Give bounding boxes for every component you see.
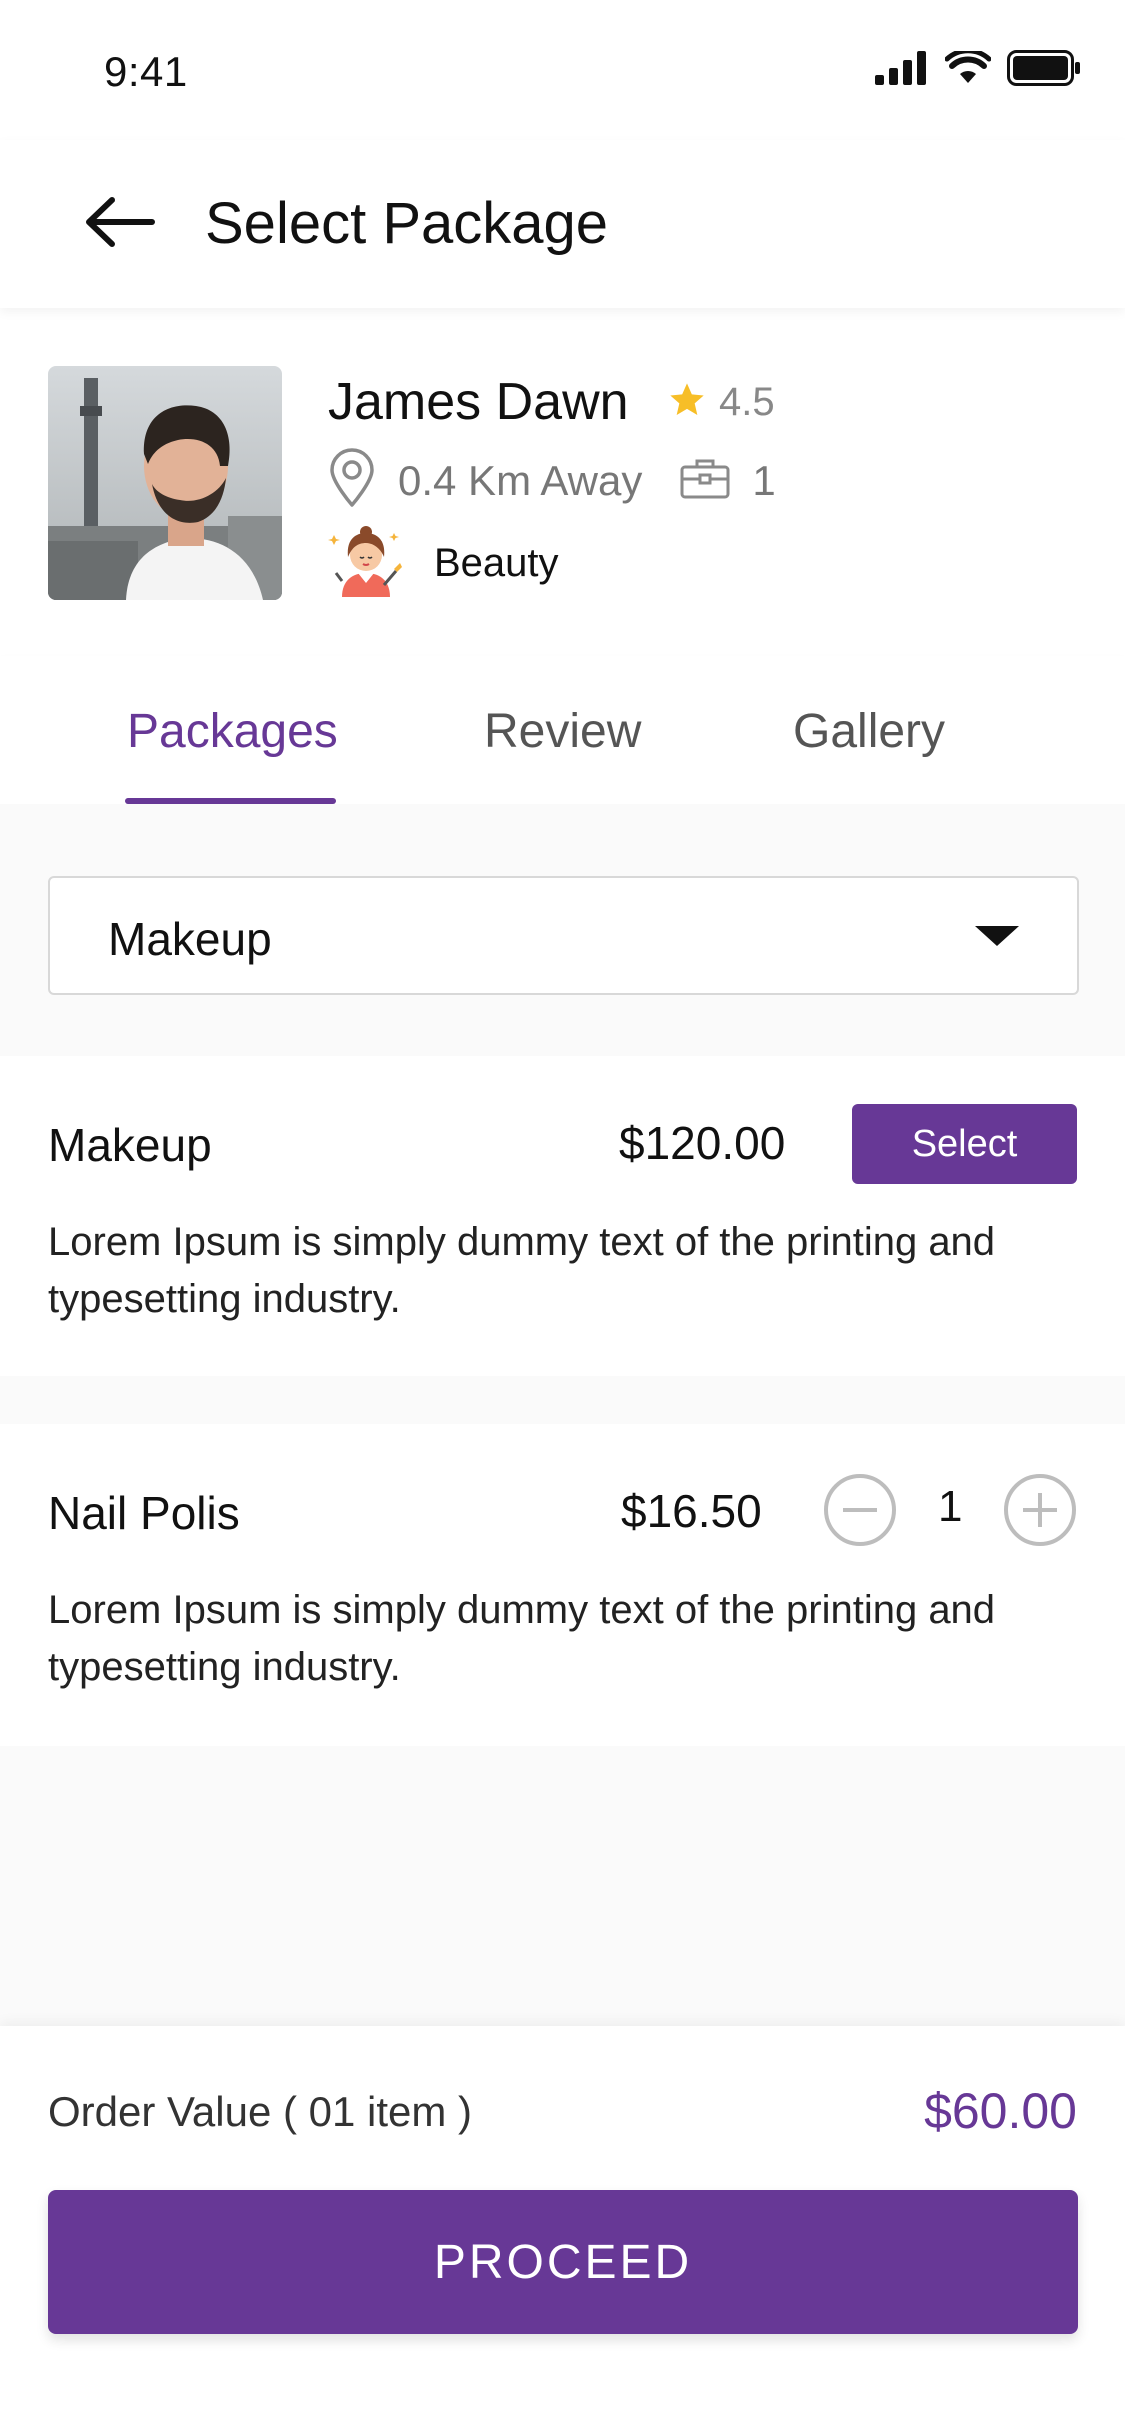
arrow-left-icon — [84, 196, 156, 253]
package-name: Nail Polis — [48, 1487, 240, 1539]
order-value-label: Order Value ( 01 item ) — [48, 2088, 473, 2135]
provider-category: Beauty — [328, 525, 559, 602]
category-label: Beauty — [434, 541, 559, 585]
jobs-count: 1 — [752, 456, 776, 504]
increase-quantity-button[interactable] — [1004, 1474, 1076, 1546]
provider-profile: James Dawn 4.5 0.4 Km Away 1 Beauty — [0, 320, 1125, 656]
package-card-nail-polis: Nail Polis $16.50 1 Lorem Ipsum is simpl… — [0, 1424, 1125, 1746]
package-price: $120.00 — [619, 1117, 786, 1169]
star-icon — [667, 380, 707, 425]
battery-icon — [1007, 50, 1081, 91]
location-pin-icon — [328, 448, 376, 513]
order-footer: Order Value ( 01 item ) $60.00 PROCEED — [0, 2026, 1125, 2436]
provider-meta: 0.4 Km Away 1 — [328, 448, 776, 513]
caret-down-icon — [975, 926, 1019, 946]
package-card-makeup: Makeup $120.00 Select Lorem Ipsum is sim… — [0, 1056, 1125, 1376]
status-bar: 9:41 — [0, 0, 1125, 140]
order-total: $60.00 — [924, 2083, 1077, 2139]
decrease-quantity-button[interactable] — [824, 1474, 896, 1546]
provider-name: James Dawn — [328, 373, 629, 431]
quantity-value: 1 — [938, 1482, 963, 1531]
status-icons — [875, 48, 1081, 91]
provider-avatar — [48, 366, 282, 600]
beauty-makeup-icon — [328, 525, 404, 602]
tab-packages[interactable]: Packages — [127, 704, 338, 759]
package-description: Lorem Ipsum is simply dummy text of the … — [48, 1220, 996, 1321]
proceed-button[interactable]: PROCEED — [48, 2190, 1078, 2334]
tab-review[interactable]: Review — [484, 704, 641, 759]
package-name: Makeup — [48, 1119, 212, 1171]
tab-gallery[interactable]: Gallery — [793, 704, 945, 759]
tab-bar: Packages Review Gallery — [0, 656, 1125, 804]
status-time: 9:41 — [104, 48, 188, 95]
provider-distance: 0.4 Km Away — [398, 456, 643, 504]
back-button[interactable] — [78, 182, 162, 266]
briefcase-icon — [680, 457, 730, 504]
rating-value: 4.5 — [719, 380, 775, 424]
package-description: Lorem Ipsum is simply dummy text of the … — [48, 1588, 996, 1689]
app-header: Select Package — [0, 140, 1125, 308]
dropdown-selected-value: Makeup — [108, 913, 272, 965]
select-package-button[interactable]: Select — [852, 1104, 1077, 1184]
page-title: Select Package — [205, 191, 609, 256]
wifi-icon — [944, 48, 992, 90]
cellular-signal-icon — [875, 51, 929, 90]
provider-jobs: 1 — [680, 456, 776, 505]
provider-rating: 4.5 — [667, 380, 775, 425]
package-price: $16.50 — [621, 1485, 762, 1537]
package-category-dropdown[interactable]: Makeup — [48, 876, 1079, 995]
